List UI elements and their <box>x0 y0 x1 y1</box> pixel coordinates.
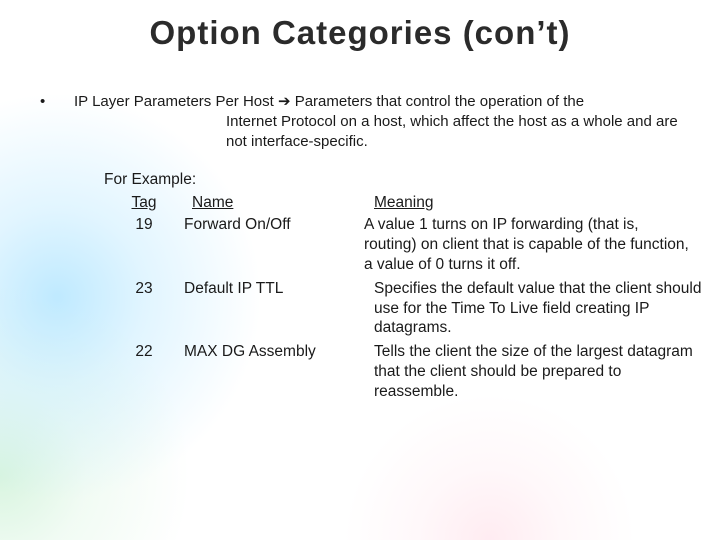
cell-name: Forward On/Off <box>184 215 364 235</box>
header-name: Name <box>192 194 233 211</box>
example-table: Tag Name Meaning 19 Forward On/Off A val… <box>104 193 684 401</box>
slide: Option Categories (con’t) • IP Layer Par… <box>0 0 720 540</box>
bullet-continuation: Internet Protocol on a host, which affec… <box>226 112 684 152</box>
bullet-item: • IP Layer Parameters Per Host ➔ Paramet… <box>40 92 684 112</box>
example-label: For Example: <box>104 171 684 189</box>
header-name-cell: Name <box>184 193 364 213</box>
cell-tag: 22 <box>104 342 184 362</box>
header-meaning-cell: Meaning <box>364 193 694 213</box>
cell-meaning: A value 1 turns on IP forwarding (that i… <box>364 215 694 274</box>
table-row: 22 MAX DG Assembly Tells the client the … <box>104 342 684 401</box>
table-header-row: Tag Name Meaning <box>104 193 684 213</box>
cell-tag: 23 <box>104 279 184 299</box>
table-row: 19 Forward On/Off A value 1 turns on IP … <box>104 215 684 274</box>
bullet-lead-text: IP Layer Parameters Per Host ➔ Parameter… <box>74 92 684 112</box>
header-tag: Tag <box>104 193 184 213</box>
cell-name: MAX DG Assembly <box>184 342 364 362</box>
cell-name: Default IP TTL <box>184 279 364 299</box>
slide-title: Option Categories (con’t) <box>36 14 684 52</box>
cell-meaning: Tells the client the size of the largest… <box>364 342 704 401</box>
bullet-mark: • <box>40 92 74 112</box>
cell-tag: 19 <box>104 215 184 235</box>
header-meaning: Meaning <box>374 194 433 211</box>
table-row: 23 Default IP TTL Specifies the default … <box>104 279 684 338</box>
cell-meaning: Specifies the default value that the cli… <box>364 279 704 338</box>
